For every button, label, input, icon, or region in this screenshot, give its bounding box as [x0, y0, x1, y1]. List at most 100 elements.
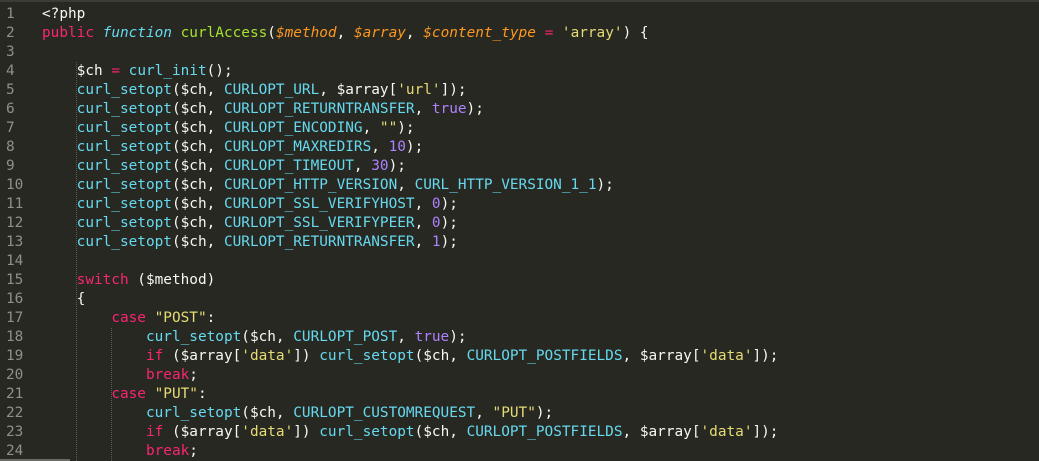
code-line[interactable]: curl_setopt($ch, CURLOPT_HTTP_VERSION, C…: [42, 176, 1039, 195]
code-line[interactable]: public function curlAccess($method, $arr…: [42, 24, 1039, 43]
code-line[interactable]: curl_setopt($ch, CURLOPT_SSL_VERIFYPEER,…: [42, 214, 1039, 233]
line-number: 8: [6, 139, 15, 155]
code-token: ();: [206, 63, 233, 79]
code-line[interactable]: break;: [42, 366, 1039, 385]
code-token: ($ch,: [171, 215, 224, 231]
code-line[interactable]: {: [42, 290, 1039, 309]
code-line[interactable]: curl_setopt($ch, CURLOPT_MAXREDIRS, 10);: [42, 138, 1039, 157]
code-line[interactable]: curl_setopt($ch, CURLOPT_CUSTOMREQUEST, …: [42, 404, 1039, 423]
code-token: );: [535, 405, 554, 421]
code-token: );: [405, 139, 424, 155]
code-line[interactable]: curl_setopt($ch, CURLOPT_URL, $array['ur…: [42, 81, 1039, 100]
line-number: 21: [6, 386, 24, 402]
code-token: CURLOPT_POST: [293, 329, 398, 345]
code-token: $content_type: [423, 25, 536, 41]
code-token: ($ch,: [171, 82, 224, 98]
code-token: function: [102, 25, 172, 41]
code-line[interactable]: curl_setopt($ch, CURLOPT_RETURNTRANSFER,…: [42, 100, 1039, 119]
code-token: 0: [431, 196, 441, 212]
code-line[interactable]: curl_setopt($ch, CURLOPT_POST, true);: [42, 328, 1039, 347]
line-number: 13: [6, 234, 24, 250]
code-token: , $array[: [319, 82, 398, 98]
code-token: 0: [431, 215, 441, 231]
code-line[interactable]: ​: [42, 252, 1039, 271]
code-line[interactable]: ​: [42, 43, 1039, 62]
code-token: ($ch,: [171, 234, 224, 250]
code-token: if: [145, 348, 164, 364]
code-token: , $array[: [622, 424, 701, 440]
code-token: );: [440, 234, 458, 250]
code-line[interactable]: curl_setopt($ch, CURLOPT_ENCODING, "");: [42, 119, 1039, 138]
code-token: CURLOPT_RETURNTRANSFER: [223, 234, 415, 250]
code-token: CURLOPT_SSL_VERIFYHOST: [223, 196, 415, 212]
code-token: ,: [414, 196, 432, 212]
code-token: ($method): [128, 272, 216, 288]
code-token: 10: [388, 139, 406, 155]
code-token: , $array[: [622, 348, 701, 364]
code-token: =: [111, 63, 120, 79]
code-token: ($ch,: [171, 120, 224, 136]
code-token: ($ch,: [241, 405, 294, 421]
code-token: ,: [414, 101, 432, 117]
code-token: ]): [293, 424, 320, 440]
code-line[interactable]: $ch = curl_init();: [42, 62, 1039, 81]
code-token: ($ch,: [171, 158, 224, 174]
line-number: 3: [6, 44, 15, 60]
line-number: 22: [6, 405, 24, 421]
code-line[interactable]: switch ($method): [42, 271, 1039, 290]
code-token: curl_setopt: [76, 215, 172, 231]
code-token: 'array': [561, 25, 623, 41]
code-token: curl_setopt: [145, 329, 242, 345]
line-number: 12: [6, 215, 24, 231]
line-number: 18: [6, 329, 24, 345]
code-token: curl_setopt: [145, 405, 242, 421]
line-number: 7: [6, 120, 15, 136]
code-token: CURLOPT_URL: [223, 82, 320, 98]
code-token: 1: [431, 234, 441, 250]
code-token: ,: [414, 215, 432, 231]
code-token: :: [206, 310, 216, 326]
code-line[interactable]: if ($array['data']) curl_setopt($ch, CUR…: [42, 423, 1039, 442]
code-token: ($ch,: [171, 177, 224, 193]
code-line[interactable]: case "PUT":: [42, 385, 1039, 404]
code-line[interactable]: break;: [42, 442, 1039, 461]
code-line[interactable]: <?php: [42, 5, 1039, 24]
code-token: );: [596, 177, 614, 193]
code-line[interactable]: curl_setopt($ch, CURLOPT_TIMEOUT, 30);: [42, 157, 1039, 176]
code-token: {: [42, 291, 86, 307]
code-line[interactable]: if ($array['data']) curl_setopt($ch, CUR…: [42, 347, 1039, 366]
code-token: 'data': [700, 424, 753, 440]
code-token: curl_setopt: [319, 348, 415, 364]
code-token: 'data': [241, 348, 294, 364]
code-token: case: [111, 386, 146, 402]
line-number: 6: [6, 101, 15, 117]
code-line[interactable]: curl_setopt($ch, CURLOPT_RETURNTRANSFER,…: [42, 233, 1039, 252]
code-area[interactable]: <?php public function curlAccess($method,…: [42, 5, 1039, 461]
code-token: ,: [371, 139, 389, 155]
code-token: curl_setopt: [76, 101, 172, 117]
code-token: public: [42, 25, 94, 41]
code-token: true: [414, 329, 450, 345]
code-token: "PUT": [492, 405, 536, 421]
line-number: 4: [6, 63, 15, 79]
code-token: ($ch,: [171, 101, 224, 117]
code-token: CURLOPT_CUSTOMREQUEST: [293, 405, 476, 421]
code-token: ,: [405, 25, 424, 41]
code-line[interactable]: curl_setopt($ch, CURLOPT_SSL_VERIFYHOST,…: [42, 195, 1039, 214]
code-line[interactable]: case "POST":: [42, 309, 1039, 328]
code-token: switch: [76, 272, 129, 288]
code-editor[interactable]: 1 2 3 4 5 6 7 8 9 10 11 12 13 14 15 16 17 18 19 20 21 22 23 24 …: [0, 0, 1039, 461]
code-token: CURLOPT_RETURNTRANSFER: [223, 101, 415, 117]
